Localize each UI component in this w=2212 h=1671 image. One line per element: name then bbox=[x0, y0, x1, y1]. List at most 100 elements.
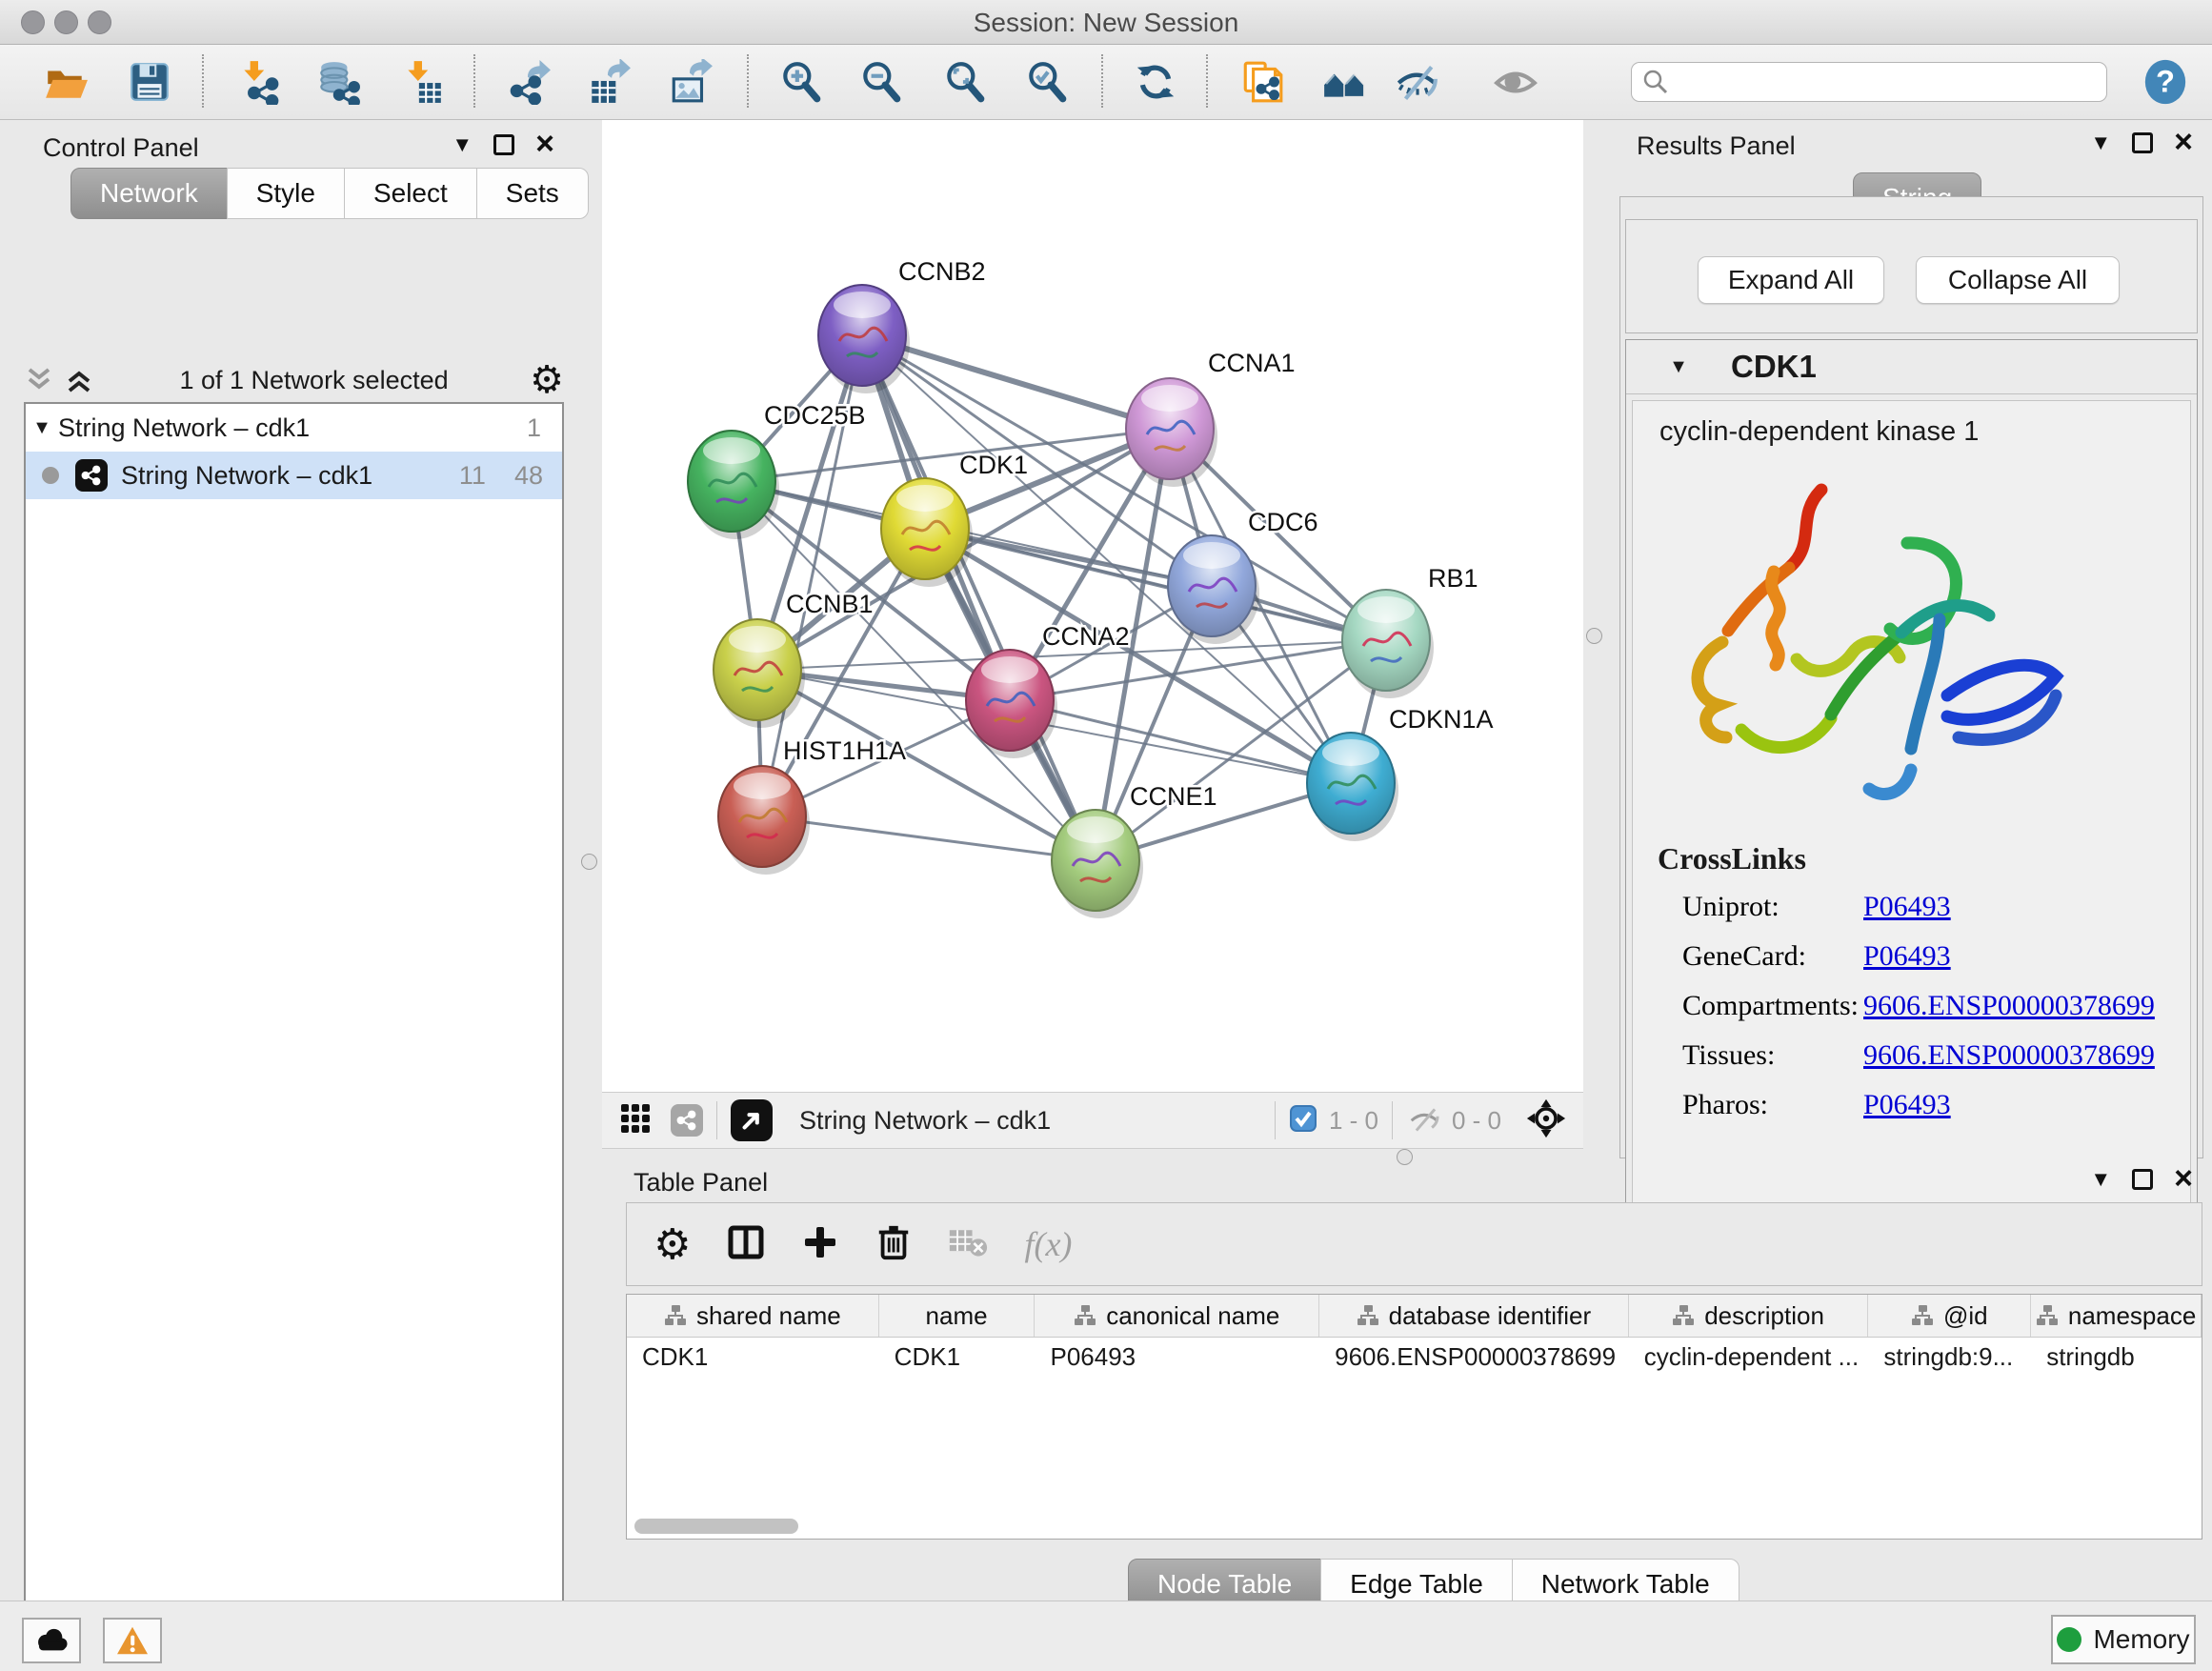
panel-menu-icon[interactable]: ▼ bbox=[452, 134, 473, 155]
close-panel-icon[interactable]: × bbox=[2174, 1166, 2193, 1192]
current-network-name: String Network – cdk1 bbox=[799, 1106, 1051, 1136]
crosslink-link[interactable]: P06493 bbox=[1863, 1089, 1951, 1121]
export-image-button[interactable] bbox=[667, 58, 714, 106]
panel-menu-icon[interactable]: ▼ bbox=[2090, 1169, 2111, 1190]
table-cell: 9606.ENSP00000378699 bbox=[1319, 1338, 1629, 1376]
network-node-ccna2[interactable]: CCNA2 bbox=[966, 622, 1130, 758]
hide-selected-button[interactable] bbox=[1393, 58, 1440, 106]
collapse-gene-icon[interactable]: ▼ bbox=[1626, 356, 1731, 378]
network-node-rb1[interactable]: RB1 bbox=[1342, 564, 1478, 698]
expand-all-icon[interactable] bbox=[64, 364, 98, 396]
tree-expand-icon[interactable]: ▼ bbox=[26, 417, 58, 439]
panel-menu-icon[interactable]: ▼ bbox=[2090, 132, 2111, 153]
crosslink-link[interactable]: P06493 bbox=[1863, 891, 1951, 923]
bottom-splitter-handle[interactable] bbox=[1397, 1149, 1413, 1165]
network-collection-row[interactable]: ▼ String Network – cdk1 1 bbox=[26, 404, 562, 452]
float-panel-icon[interactable] bbox=[2132, 1169, 2153, 1190]
column-header-namespace[interactable]: namespace bbox=[2031, 1295, 2202, 1337]
crosslink-link[interactable]: 9606.ENSP00000378699 bbox=[1863, 1039, 2155, 1072]
birdseye-view-icon[interactable] bbox=[731, 1099, 773, 1141]
collection-count: 1 bbox=[527, 413, 541, 443]
column-header-database-identifier[interactable]: database identifier bbox=[1319, 1295, 1629, 1337]
network-edge[interactable] bbox=[862, 335, 1096, 860]
zoom-out-button[interactable] bbox=[857, 58, 905, 106]
fit-content-crosshair-icon[interactable] bbox=[1526, 1098, 1566, 1143]
save-floppy-icon bbox=[127, 59, 172, 105]
tab-select[interactable]: Select bbox=[344, 168, 477, 219]
network-node-cdk1[interactable]: CDK1 bbox=[881, 451, 1028, 587]
cloud-status-button[interactable] bbox=[22, 1618, 81, 1663]
zoom-in-button[interactable] bbox=[777, 58, 825, 106]
table-row[interactable]: CDK1CDK1P064939606.ENSP00000378699cyclin… bbox=[627, 1338, 2202, 1376]
crosslink-link[interactable]: 9606.ENSP00000378699 bbox=[1863, 990, 2155, 1022]
network-name: String Network – cdk1 bbox=[121, 461, 459, 491]
network-node-ccnb1[interactable]: CCNB1 bbox=[714, 590, 874, 728]
import-network-from-file-button[interactable] bbox=[234, 58, 282, 106]
clone-network-button[interactable] bbox=[1238, 58, 1286, 106]
table-horizontal-scrollbar[interactable] bbox=[629, 1517, 2200, 1536]
float-panel-icon[interactable] bbox=[493, 134, 514, 155]
left-splitter-handle[interactable] bbox=[581, 854, 597, 870]
selected-checkbox-icon[interactable] bbox=[1289, 1104, 1317, 1137]
hidden-eye-icon[interactable] bbox=[1406, 1102, 1442, 1139]
search-input[interactable] bbox=[1670, 67, 2083, 98]
crosslink-link[interactable]: P06493 bbox=[1863, 940, 1951, 973]
close-panel-icon[interactable]: × bbox=[535, 131, 554, 157]
open-session-button[interactable] bbox=[42, 58, 90, 106]
network-node-cdkn1a[interactable]: CDKN1A bbox=[1307, 705, 1494, 841]
export-table-button[interactable] bbox=[585, 58, 633, 106]
show-all-button[interactable] bbox=[1492, 58, 1539, 106]
network-edge[interactable] bbox=[762, 816, 1096, 860]
column-header-canonical-name[interactable]: canonical name bbox=[1035, 1295, 1319, 1337]
network-node-hist1h1a[interactable]: HIST1H1A bbox=[718, 736, 906, 875]
add-column-icon[interactable] bbox=[801, 1223, 839, 1266]
delete-column-icon[interactable] bbox=[875, 1223, 912, 1266]
node-label-hist1h1a: HIST1H1A bbox=[783, 736, 906, 765]
network-graph: CCNB2CCNA1CDC25BCDK1CDC6RB1CCNB1CCNA2CDK… bbox=[602, 120, 1583, 1092]
column-header-name[interactable]: name bbox=[879, 1295, 1036, 1337]
zoom-selected-button[interactable] bbox=[1023, 58, 1071, 106]
zoom-fit-button[interactable] bbox=[941, 58, 989, 106]
scrollbar-thumb[interactable] bbox=[634, 1519, 798, 1534]
node-label-ccna2: CCNA2 bbox=[1042, 622, 1130, 651]
crosslink-label: GeneCard: bbox=[1682, 940, 1863, 973]
gear-icon[interactable]: ⚙ bbox=[654, 1220, 691, 1269]
grid-view-icon[interactable] bbox=[619, 1102, 652, 1139]
float-panel-icon[interactable] bbox=[2132, 132, 2153, 153]
import-table-from-file-button[interactable] bbox=[398, 58, 446, 106]
tab-network[interactable]: Network bbox=[70, 168, 228, 219]
crosslink-label: Tissues: bbox=[1682, 1039, 1863, 1072]
network-node-cdc6[interactable]: CDC6 bbox=[1168, 508, 1318, 644]
gear-icon[interactable]: ⚙ bbox=[530, 358, 564, 402]
column-header-description[interactable]: description bbox=[1629, 1295, 1869, 1337]
column-header-shared-name[interactable]: shared name bbox=[627, 1295, 879, 1337]
import-network-from-database-button[interactable] bbox=[314, 58, 362, 106]
apply-layout-button[interactable] bbox=[1132, 58, 1179, 106]
toolbar-separator bbox=[747, 54, 749, 108]
warnings-button[interactable] bbox=[103, 1618, 162, 1663]
tab-sets[interactable]: Sets bbox=[476, 168, 589, 219]
help-button[interactable]: ? bbox=[2142, 58, 2189, 106]
function-builder-icon: f(x) bbox=[1024, 1224, 1072, 1264]
column-type-icon bbox=[1357, 1304, 1379, 1327]
network-canvas[interactable]: CCNB2CCNA1CDC25BCDK1CDC6RB1CCNB1CCNA2CDK… bbox=[602, 120, 1583, 1092]
memory-button[interactable]: Memory bbox=[2051, 1615, 2196, 1664]
save-session-button[interactable] bbox=[126, 58, 173, 106]
first-neighbors-button[interactable] bbox=[1320, 58, 1368, 106]
right-splitter-handle[interactable] bbox=[1586, 628, 1602, 644]
network-view-icon[interactable] bbox=[671, 1104, 703, 1137]
import-network-icon bbox=[235, 59, 281, 105]
close-panel-icon[interactable]: × bbox=[2174, 130, 2193, 155]
show-columns-icon[interactable] bbox=[727, 1223, 765, 1266]
clone-network-icon bbox=[1239, 59, 1285, 105]
expand-all-button[interactable]: Expand All bbox=[1698, 256, 1884, 304]
node-label-ccne1: CCNE1 bbox=[1130, 782, 1217, 811]
network-row[interactable]: String Network – cdk1 11 48 bbox=[26, 452, 562, 499]
collapse-all-icon[interactable] bbox=[24, 364, 58, 396]
export-network-button[interactable] bbox=[505, 58, 553, 106]
tab-style[interactable]: Style bbox=[227, 168, 345, 219]
gene-panel-header[interactable]: ▼ CDK1 bbox=[1626, 340, 2197, 394]
column-header-id[interactable]: @id bbox=[1868, 1295, 2031, 1337]
collapse-all-button[interactable]: Collapse All bbox=[1916, 256, 2120, 304]
network-node-ccne1[interactable]: CCNE1 bbox=[1052, 782, 1217, 918]
